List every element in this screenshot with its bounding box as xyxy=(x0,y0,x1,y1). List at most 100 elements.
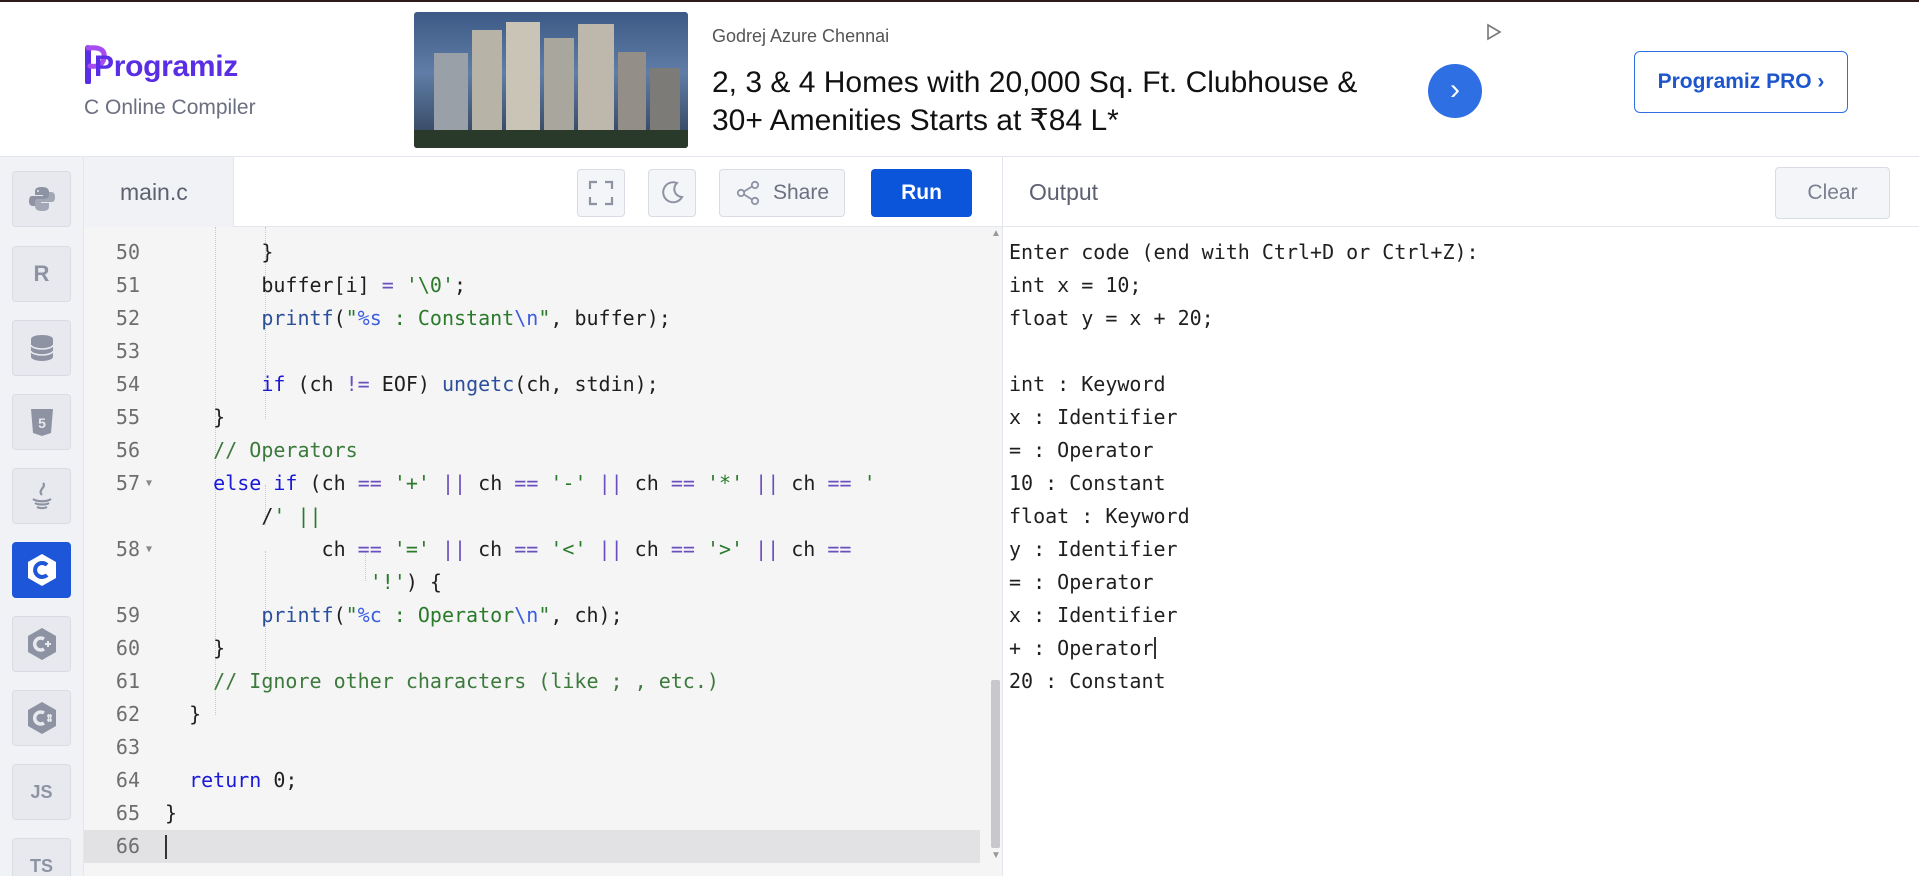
sql-language-button[interactable] xyxy=(12,320,71,376)
c-icon xyxy=(27,554,56,586)
cpp-icon xyxy=(27,628,56,660)
code-line: else if (ch == '+' || ch == '-' || ch ==… xyxy=(213,471,876,495)
logo-text: Programiz xyxy=(94,50,239,83)
code-line: if (ch != EOF) ungetc(ch, stdin); xyxy=(261,372,659,396)
output-cursor xyxy=(1153,637,1156,659)
output-console[interactable]: Enter code (end with Ctrl+D or Ctrl+Z): … xyxy=(1002,227,1919,876)
line-number: 66 xyxy=(115,834,140,858)
share-label: Share xyxy=(772,181,830,204)
html5-icon: 5 xyxy=(30,409,53,436)
fullscreen-button[interactable] xyxy=(577,169,625,217)
line-number: 50 xyxy=(115,240,140,264)
output-line: = : Operator xyxy=(1009,438,1154,462)
line-number: 60 xyxy=(115,636,140,660)
ad-advertiser: Godrej Azure Chennai xyxy=(712,26,890,46)
output-line: 20 : Constant xyxy=(1009,669,1166,693)
code-line: buffer[i] = '\0'; xyxy=(165,273,467,297)
line-number: 53 xyxy=(115,339,140,363)
c-language-button[interactable] xyxy=(12,542,71,598)
javascript-language-button[interactable]: JS xyxy=(12,764,71,820)
programiz-pro-button[interactable]: Programiz PRO › xyxy=(1634,51,1848,113)
line-number: 64 xyxy=(115,768,140,792)
theme-toggle-button[interactable] xyxy=(648,169,696,217)
fold-toggle-icon[interactable]: ▼ xyxy=(146,544,152,555)
code-line: } xyxy=(165,702,202,726)
output-line: float : Keyword xyxy=(1009,504,1190,528)
code-editor[interactable]: 50 51 52 53 54 55 56 57 ▼ 58 ▼ 59 60 61 … xyxy=(84,227,1002,876)
output-line: 10 : Constant xyxy=(1009,471,1166,495)
js-icon: JS xyxy=(30,781,53,802)
line-number: 58 xyxy=(115,537,140,561)
csharp-icon xyxy=(27,702,56,734)
header: Programiz C Online Compiler Godrej Azure… xyxy=(0,2,1919,157)
share-icon xyxy=(736,180,760,206)
active-line-highlight xyxy=(84,830,980,863)
moon-icon xyxy=(662,181,684,204)
output-line: int x = 10; xyxy=(1009,273,1142,297)
code-line: // Operators xyxy=(213,438,358,462)
java-language-button[interactable] xyxy=(12,468,71,524)
python-language-button[interactable] xyxy=(12,171,71,227)
code-line: // Ignore other characters (like ; , etc… xyxy=(213,669,719,693)
ad-headline[interactable]: 2, 3 & 4 Homes with 20,000 Sq. Ft. Clubh… xyxy=(712,64,1392,140)
output-line: float y = x + 20; xyxy=(1009,306,1214,330)
code-line: return 0; xyxy=(189,768,298,792)
code-line: } xyxy=(165,405,226,429)
ad-arrow-button[interactable]: › xyxy=(1428,64,1482,118)
output-line: Enter code (end with Ctrl+D or Ctrl+Z): xyxy=(1009,240,1479,264)
line-number: 56 xyxy=(115,438,140,462)
line-number: 65 xyxy=(115,801,140,825)
line-number: 62 xyxy=(115,702,140,726)
r-language-button[interactable]: R xyxy=(12,246,71,302)
code-line: printf("%c : Operator\n", ch); xyxy=(261,603,623,627)
language-sidebar: R 5 JS TS xyxy=(0,157,84,876)
ad-image[interactable] xyxy=(414,12,688,148)
ts-icon: TS xyxy=(29,855,53,876)
text-cursor xyxy=(165,835,167,859)
advertisement[interactable]: Godrej Azure Chennai 2, 3 & 4 Homes with… xyxy=(414,12,1514,148)
line-number: 54 xyxy=(115,372,140,396)
page-subtitle: C Online Compiler xyxy=(84,96,256,119)
code-line: } xyxy=(165,636,226,660)
html-language-button[interactable]: 5 xyxy=(12,394,71,450)
csharp-language-button[interactable] xyxy=(12,690,71,746)
fold-toggle-icon[interactable]: ▼ xyxy=(146,478,152,489)
scroll-up-arrow-icon[interactable]: ▲ xyxy=(991,228,1001,239)
run-button[interactable]: Run xyxy=(871,169,972,217)
java-icon xyxy=(31,482,52,510)
output-title: Output xyxy=(1029,179,1099,205)
editor-toolbar: main.c Share Run xyxy=(84,157,1002,227)
line-number: 61 xyxy=(115,669,140,693)
code-line: '!') { xyxy=(369,570,442,594)
database-icon xyxy=(29,335,54,361)
output-line: y : Identifier xyxy=(1009,537,1178,561)
output-header: Output Clear xyxy=(1002,157,1919,227)
typescript-language-button[interactable]: TS xyxy=(12,838,71,876)
line-number: 63 xyxy=(115,735,140,759)
output-line: = : Operator xyxy=(1009,570,1154,594)
scroll-down-arrow-icon[interactable]: ▼ xyxy=(991,850,1001,861)
programiz-logo[interactable]: Programiz xyxy=(84,40,284,90)
line-number: 57 xyxy=(115,471,140,495)
output-line: + : Operator xyxy=(1009,636,1156,660)
ad-choices-icon[interactable] xyxy=(1484,22,1508,46)
line-number: 52 xyxy=(115,306,140,330)
code-line: } xyxy=(165,240,274,264)
cpp-language-button[interactable] xyxy=(12,616,71,672)
file-tab-main-c[interactable]: main.c xyxy=(84,157,234,227)
editor-scrollbar-thumb[interactable] xyxy=(991,680,1000,848)
output-line-text: + : Operator xyxy=(1009,636,1154,660)
share-button[interactable]: Share xyxy=(719,169,845,217)
code-line: ch == '=' || ch == '<' || ch == '>' || c… xyxy=(165,537,852,561)
clear-button[interactable]: Clear xyxy=(1775,167,1890,219)
svg-text:5: 5 xyxy=(38,415,46,431)
output-line: int : Keyword xyxy=(1009,372,1166,396)
output-line: x : Identifier xyxy=(1009,603,1178,627)
output-line: x : Identifier xyxy=(1009,405,1178,429)
code-line: printf("%s : Constant\n", buffer); xyxy=(261,306,671,330)
code-line: } xyxy=(165,801,178,825)
line-number: 55 xyxy=(115,405,140,429)
python-icon xyxy=(28,187,55,211)
line-number: 59 xyxy=(115,603,140,627)
code-line: /' || xyxy=(165,504,322,528)
